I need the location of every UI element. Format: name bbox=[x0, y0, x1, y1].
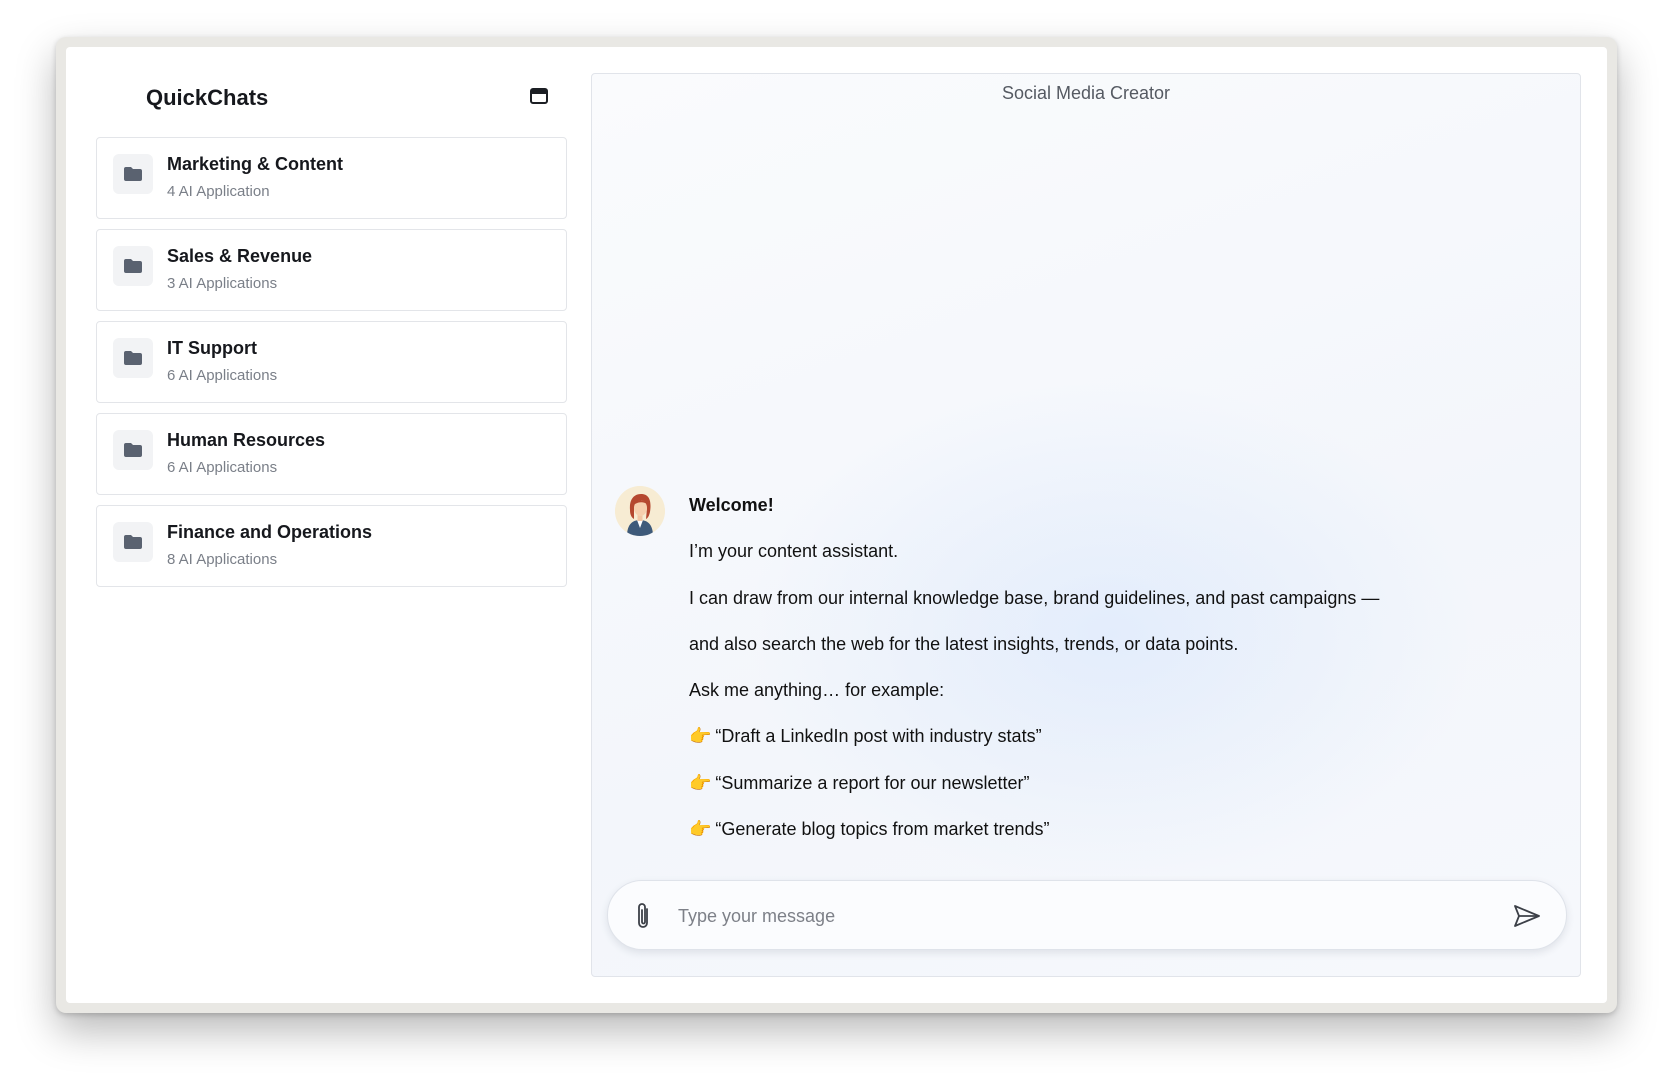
pointing-hand-icon: 👉 bbox=[689, 819, 712, 840]
example-prompt: 👉 “Summarize a report for our newsletter” bbox=[689, 772, 1549, 818]
folder-count: 6 AI Applications bbox=[167, 367, 278, 384]
panel-collapse-icon bbox=[530, 88, 548, 104]
attach-button[interactable] bbox=[632, 901, 656, 931]
folder-name: Sales & Revenue bbox=[167, 246, 313, 266]
folder-icon bbox=[113, 246, 153, 286]
folder-name: Human Resources bbox=[167, 430, 326, 450]
example-prompt: 👉 “Draft a LinkedIn post with industry st… bbox=[689, 725, 1549, 771]
sidebar: QuickChats Marketing & Content 4 AI Appl… bbox=[96, 47, 567, 1003]
example-text: “Draft a LinkedIn post with industry sta… bbox=[715, 726, 1042, 747]
app-window: QuickChats Marketing & Content 4 AI Appl… bbox=[66, 47, 1607, 1003]
pointing-hand-icon: 👉 bbox=[689, 772, 712, 793]
assistant-avatar bbox=[615, 486, 665, 536]
message-line: I can draw from our internal knowledge b… bbox=[689, 587, 1380, 608]
folder-icon bbox=[113, 154, 153, 194]
chat-panel: Social Media Creator Welcome! I’m your c… bbox=[591, 73, 1581, 977]
folder-card-marketing[interactable]: Marketing & Content 4 AI Application bbox=[96, 137, 567, 219]
paperclip-icon bbox=[638, 903, 648, 928]
folder-card-sales[interactable]: Sales & Revenue 3 AI Applications bbox=[96, 229, 567, 311]
pointing-hand-icon: 👉 bbox=[689, 726, 712, 747]
folder-card-finance[interactable]: Finance and Operations 8 AI Applications bbox=[96, 505, 567, 587]
sidebar-title: QuickChats bbox=[146, 85, 269, 110]
folder-card-it-support[interactable]: IT Support 6 AI Applications bbox=[96, 321, 567, 403]
folder-icon bbox=[113, 430, 153, 470]
sidebar-header: QuickChats bbox=[96, 79, 567, 115]
assistant-message: Welcome! I’m your content assistant. I c… bbox=[689, 494, 1549, 864]
message-line: Ask me anything… for example: bbox=[689, 680, 945, 701]
folder-icon bbox=[113, 338, 153, 378]
example-text: “Summarize a report for our newsletter” bbox=[715, 772, 1030, 793]
send-button[interactable] bbox=[1512, 903, 1542, 929]
folder-count: 3 AI Applications bbox=[167, 275, 278, 292]
example-prompt: 👉 “Generate blog topics from market trend… bbox=[689, 818, 1549, 864]
panel-collapse-button[interactable] bbox=[528, 85, 550, 107]
folder-name: Marketing & Content bbox=[167, 154, 344, 174]
folder-count: 8 AI Applications bbox=[167, 551, 278, 568]
folder-name: IT Support bbox=[167, 338, 257, 358]
message-composer bbox=[607, 880, 1567, 950]
folder-name: Finance and Operations bbox=[167, 522, 373, 542]
example-text: “Generate blog topics from market trends… bbox=[715, 819, 1050, 840]
folder-list: Marketing & Content 4 AI Application Sal… bbox=[96, 137, 567, 597]
folder-count: 6 AI Applications bbox=[167, 459, 278, 476]
send-icon bbox=[1514, 905, 1540, 927]
chat-title: Social Media Creator bbox=[1001, 83, 1171, 103]
folder-icon bbox=[113, 522, 153, 562]
message-line: and also search the web for the latest i… bbox=[689, 633, 1239, 654]
message-heading: Welcome! bbox=[689, 495, 774, 515]
folder-card-human-resources[interactable]: Human Resources 6 AI Applications bbox=[96, 413, 567, 495]
message-input[interactable] bbox=[678, 899, 1478, 933]
message-line: I’m your content assistant. bbox=[689, 541, 899, 562]
folder-count: 4 AI Application bbox=[167, 183, 270, 200]
